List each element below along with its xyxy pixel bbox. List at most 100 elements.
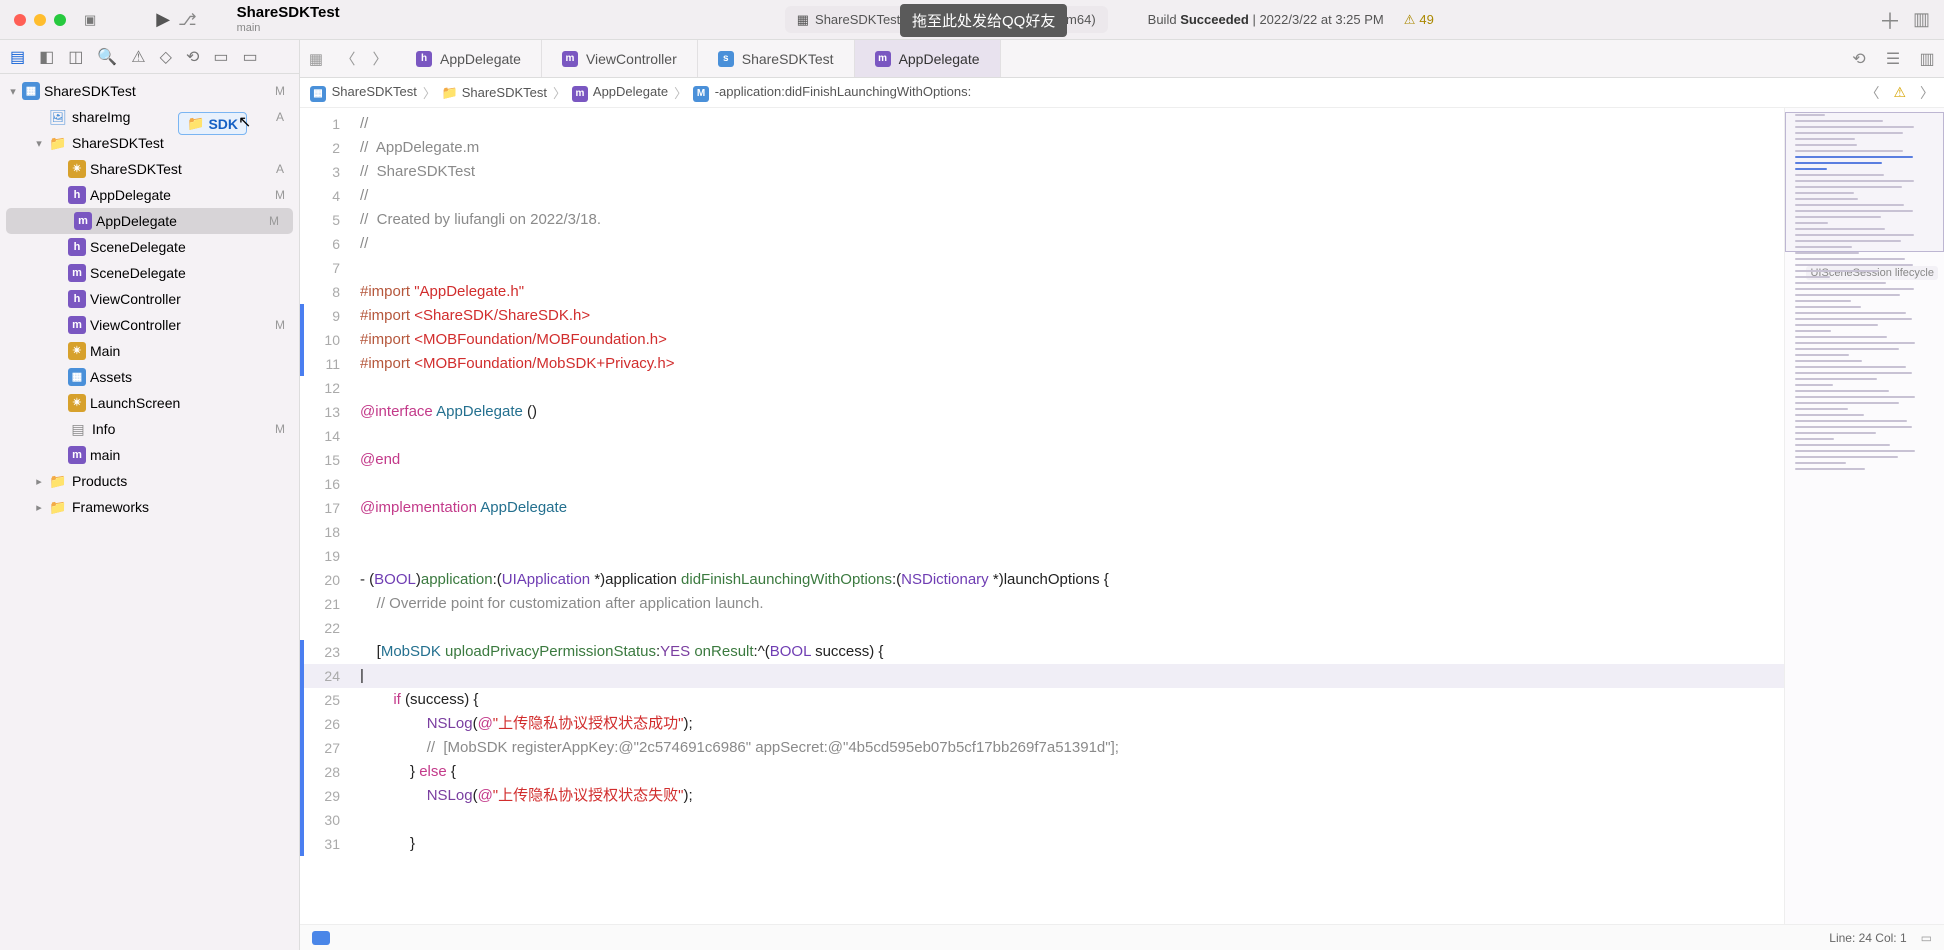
tree-item-scenedelegate[interactable]: mSceneDelegate — [0, 260, 299, 286]
code-line[interactable]: 24| — [300, 664, 1784, 688]
test-navigator-icon[interactable]: ◇ — [160, 47, 172, 67]
related-items-icon[interactable]: ▦ — [300, 40, 332, 77]
navigator-selector: ▤ ◧ ◫ 🔍 ⚠ ◇ ⟲ ▭ ▭ — [0, 40, 299, 74]
code-line[interactable]: 14 — [300, 424, 1784, 448]
code-line[interactable]: 27 // [MobSDK registerAppKey:@"2c574691c… — [300, 736, 1784, 760]
jump-segment[interactable]: M -application:didFinishLaunchingWithOpt… — [693, 84, 971, 102]
nav-back-button[interactable]: 〈 — [332, 40, 364, 77]
code-editor[interactable]: 1//2// AppDelegate.m3// ShareSDKTest4//5… — [300, 108, 1784, 924]
code-line[interactable]: 29 NSLog(@"上传隐私协议授权状态失败"); — [300, 784, 1784, 808]
scm-badge: M — [271, 84, 289, 98]
build-status[interactable]: Build Succeeded | 2022/3/22 at 3:25 PM — [1148, 12, 1384, 27]
tree-item-appdelegate[interactable]: hAppDelegateM — [0, 182, 299, 208]
source-control-icon[interactable]: ⎇ — [178, 10, 196, 30]
tree-item-appdelegate[interactable]: mAppDelegateM — [6, 208, 293, 234]
tree-item-sharesdktest[interactable]: ▾▦ShareSDKTestM — [0, 78, 299, 104]
code-line[interactable]: 10#import <MOBFoundation/MOBFoundation.h… — [300, 328, 1784, 352]
tree-item-frameworks[interactable]: ▸📁Frameworks — [0, 494, 299, 520]
breakpoint-navigator-icon[interactable]: ▭ — [213, 47, 228, 67]
tree-item-launchscreen[interactable]: ✴LaunchScreen — [0, 390, 299, 416]
disclosure-icon[interactable]: ▸ — [30, 475, 48, 488]
code-line[interactable]: 15@end — [300, 448, 1784, 472]
code-line[interactable]: 6// — [300, 232, 1784, 256]
issue-navigator-icon[interactable]: ⚠ — [131, 47, 145, 67]
report-navigator-icon[interactable]: ▭ — [242, 47, 257, 67]
tree-item-info[interactable]: ▤InfoM — [0, 416, 299, 442]
editor-tab-appdelegate[interactable]: hAppDelegate — [396, 40, 542, 77]
code-line[interactable]: 21 // Override point for customization a… — [300, 592, 1784, 616]
add-editor-icon[interactable]: ▥ — [1910, 40, 1944, 77]
code-line[interactable]: 18 — [300, 520, 1784, 544]
code-line[interactable]: 16 — [300, 472, 1784, 496]
tree-item-scenedelegate[interactable]: hSceneDelegate — [0, 234, 299, 260]
code-line[interactable]: 31 } — [300, 832, 1784, 856]
close-button[interactable] — [14, 14, 26, 26]
code-line[interactable]: 13@interface AppDelegate () — [300, 400, 1784, 424]
code-line[interactable]: 5// Created by liufangli on 2022/3/18. — [300, 208, 1784, 232]
tree-item-shareimg[interactable]: 🖼shareImgA — [0, 104, 299, 130]
project-navigator-icon[interactable]: ▤ — [10, 47, 25, 67]
status-chip[interactable] — [312, 931, 330, 945]
run-button[interactable]: ▶ — [156, 9, 170, 30]
editor-tab-appdelegate[interactable]: mAppDelegate — [855, 40, 1001, 77]
code-line[interactable]: 12 — [300, 376, 1784, 400]
add-button[interactable]: ＋ — [1879, 4, 1901, 36]
minimap[interactable]: UISceneSession lifecycle — [1784, 108, 1944, 924]
find-navigator-icon[interactable]: 🔍 — [97, 47, 117, 67]
next-issue-button[interactable]: 〉 — [1920, 83, 1934, 103]
debug-navigator-icon[interactable]: ⟲ — [186, 47, 199, 67]
drag-tooltip: 拖至此处发给QQ好友 — [900, 4, 1067, 37]
disclosure-icon[interactable]: ▾ — [4, 85, 22, 98]
tree-item-assets[interactable]: ▦Assets — [0, 364, 299, 390]
disclosure-icon[interactable]: ▾ — [30, 137, 48, 150]
code-line[interactable]: 11#import <MOBFoundation/MobSDK+Privacy.… — [300, 352, 1784, 376]
editor-tab-sharesdktest[interactable]: sShareSDKTest — [698, 40, 855, 77]
tree-item-main[interactable]: mmain — [0, 442, 299, 468]
code-line[interactable]: 23 [MobSDK uploadPrivacyPermissionStatus… — [300, 640, 1784, 664]
code-line[interactable]: 2// AppDelegate.m — [300, 136, 1784, 160]
jump-segment[interactable]: ▦ ShareSDKTest — [310, 84, 417, 102]
source-control-navigator-icon[interactable]: ◧ — [39, 47, 54, 67]
jump-segment[interactable]: m AppDelegate — [572, 84, 668, 102]
code-line[interactable]: 25 if (success) { — [300, 688, 1784, 712]
code-line[interactable]: 9#import <ShareSDK/ShareSDK.h> — [300, 304, 1784, 328]
code-line[interactable]: 1// — [300, 112, 1784, 136]
file-tree[interactable]: ▾▦ShareSDKTestM🖼shareImgA▾📁ShareSDKTest✴… — [0, 74, 299, 950]
warnings-indicator[interactable]: ⚠ 49 — [1404, 12, 1434, 28]
prev-issue-button[interactable]: 〈 — [1865, 83, 1879, 103]
code-line[interactable]: 20- (BOOL)application:(UIApplication *)a… — [300, 568, 1784, 592]
code-line[interactable]: 3// ShareSDKTest — [300, 160, 1784, 184]
nav-forward-button[interactable]: 〉 — [364, 40, 396, 77]
code-line[interactable]: 30 — [300, 808, 1784, 832]
jump-segment[interactable]: 📁 ShareSDKTest — [442, 85, 547, 101]
disclosure-icon[interactable]: ▸ — [30, 501, 48, 514]
tree-item-viewcontroller[interactable]: mViewControllerM — [0, 312, 299, 338]
symbol-navigator-icon[interactable]: ◫ — [68, 47, 83, 67]
editor-options-icon[interactable]: ☰ — [1876, 40, 1910, 77]
code-line[interactable]: 28 } else { — [300, 760, 1784, 784]
tree-item-viewcontroller[interactable]: hViewController — [0, 286, 299, 312]
issue-indicator-icon: ⚠ — [1893, 84, 1906, 101]
code-line[interactable]: 19 — [300, 544, 1784, 568]
line-number: 4 — [304, 184, 352, 208]
tree-item-sharesdktest[interactable]: ▾📁ShareSDKTest — [0, 130, 299, 156]
minimize-button[interactable] — [34, 14, 46, 26]
editor-tab-viewcontroller[interactable]: mViewController — [542, 40, 698, 77]
tree-item-sharesdktest[interactable]: ✴ShareSDKTestA — [0, 156, 299, 182]
right-panel-toggle[interactable]: ▥ — [1913, 9, 1930, 30]
sidebar-toggle-icon[interactable]: ▣ — [84, 12, 96, 28]
code-line[interactable]: 7 — [300, 256, 1784, 280]
zoom-button[interactable] — [54, 14, 66, 26]
review-changes-icon[interactable]: ⟲ — [1842, 40, 1876, 77]
tree-item-main[interactable]: ✴Main — [0, 338, 299, 364]
project-title-block: ShareSDKTest main — [237, 5, 340, 34]
code-line[interactable]: 4// — [300, 184, 1784, 208]
jump-label: AppDelegate — [593, 84, 668, 99]
code-line[interactable]: 8#import "AppDelegate.h" — [300, 280, 1784, 304]
code-line[interactable]: 26 NSLog(@"上传隐私协议授权状态成功"); — [300, 712, 1784, 736]
status-menu-icon[interactable]: ▭ — [1921, 931, 1932, 945]
tree-item-products[interactable]: ▸📁Products — [0, 468, 299, 494]
jump-bar[interactable]: ▦ ShareSDKTest〉📁 ShareSDKTest〉m AppDeleg… — [300, 78, 1944, 108]
code-line[interactable]: 22 — [300, 616, 1784, 640]
code-line[interactable]: 17@implementation AppDelegate — [300, 496, 1784, 520]
